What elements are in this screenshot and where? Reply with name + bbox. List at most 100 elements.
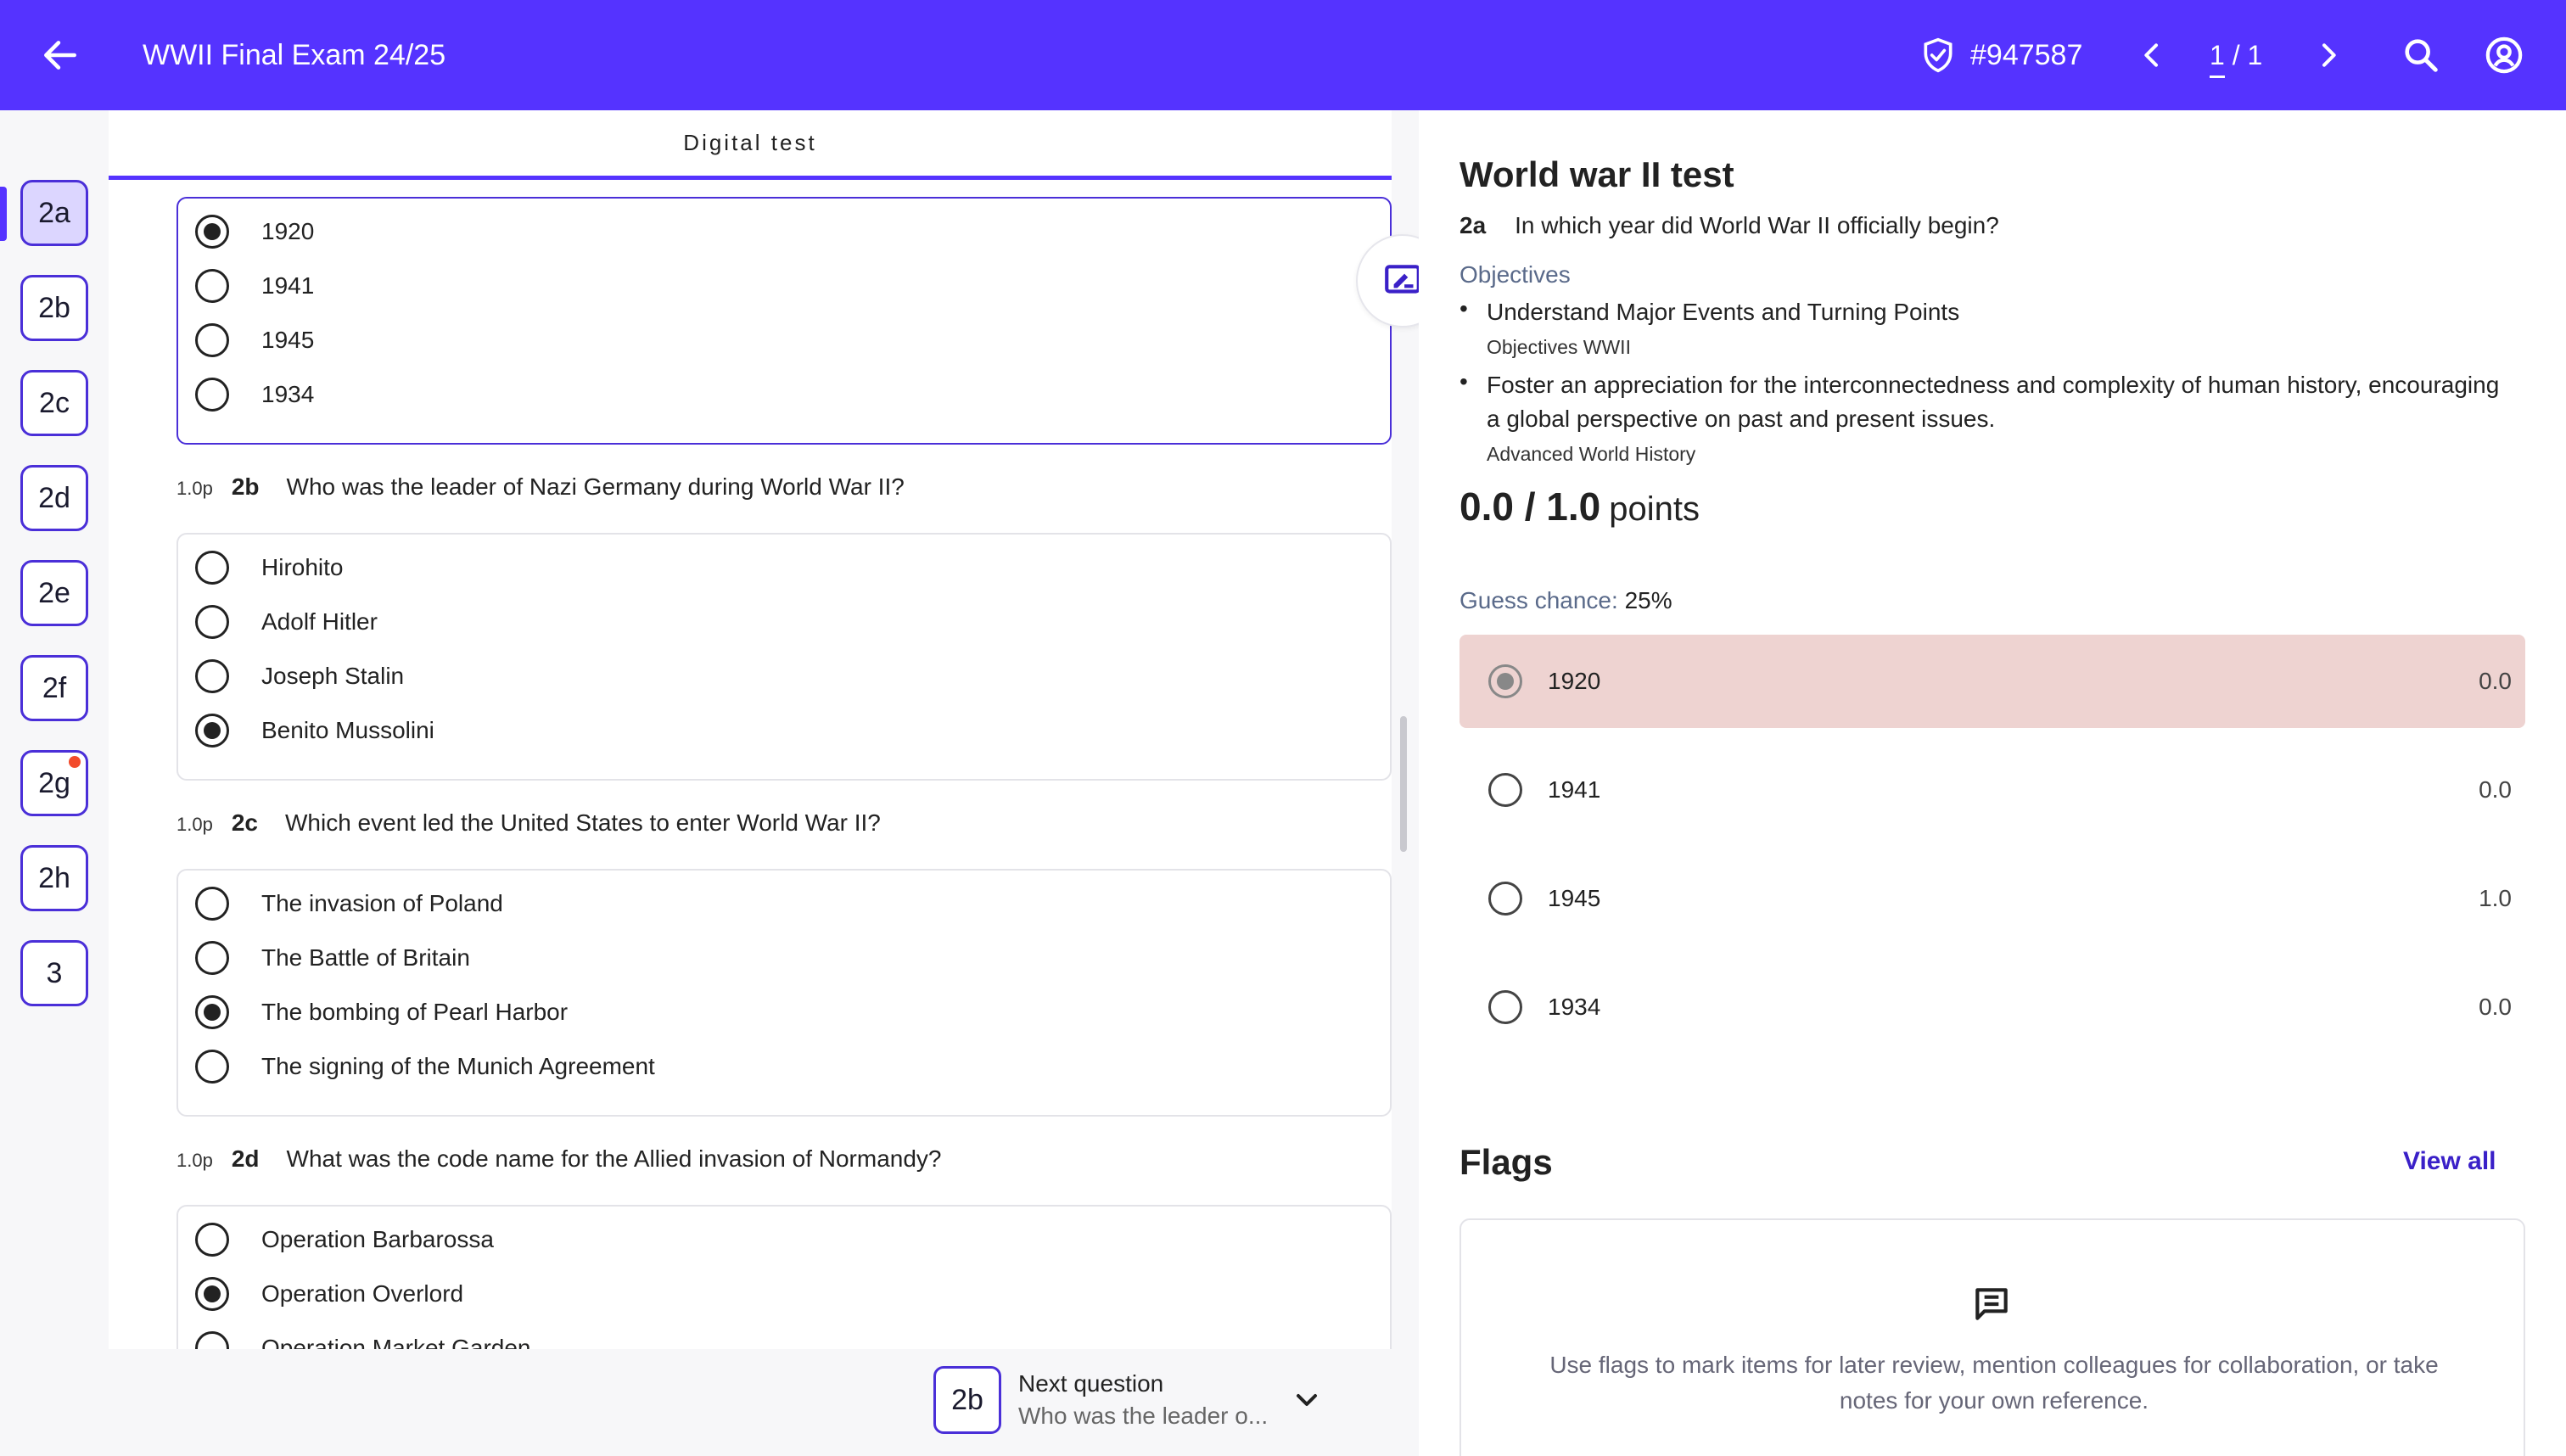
- user-profile-icon[interactable]: [2485, 36, 2524, 75]
- radio-selected[interactable]: [195, 995, 229, 1029]
- option-2b-hitler[interactable]: Adolf Hitler: [195, 601, 378, 643]
- score-value: 0.0 / 1.0: [1459, 484, 1601, 529]
- radio[interactable]: [195, 551, 229, 585]
- nav-question-2h[interactable]: 2h: [20, 845, 88, 911]
- option-2b-stalin[interactable]: Joseph Stalin: [195, 655, 404, 697]
- nav-question-2d[interactable]: 2d: [20, 465, 88, 531]
- nav-question-2a[interactable]: 2a: [20, 180, 88, 246]
- page-current[interactable]: 1: [2210, 40, 2225, 78]
- answer-score: 0.0: [2479, 668, 2512, 694]
- question-points: 1.0p: [176, 814, 213, 835]
- option-2a-1920[interactable]: 1920: [195, 210, 314, 253]
- question-number: 2c: [231, 809, 258, 836]
- flag-dot: [69, 756, 81, 768]
- objective-item: • Foster an appreciation for the interco…: [1459, 368, 2525, 470]
- option-2d-market-garden[interactable]: Operation Market Garden: [195, 1327, 531, 1349]
- next-question-label: Next question: [1018, 1370, 1164, 1397]
- option-2b-hirohito[interactable]: Hirohito: [195, 546, 343, 589]
- grading-panel: World war II test 2a In which year did W…: [1419, 110, 2566, 1456]
- guess-value: 25%: [1624, 587, 1672, 613]
- question-text: Which event led the United States to ent…: [284, 809, 881, 836]
- flags-heading: Flags: [1459, 1142, 1553, 1182]
- nav-question-2g[interactable]: 2g: [20, 750, 88, 816]
- option-label: Operation Overlord: [261, 1280, 464, 1307]
- radio[interactable]: [195, 269, 229, 303]
- back-arrow-icon[interactable]: [39, 34, 81, 76]
- option-2d-barbarossa[interactable]: Operation Barbarossa: [195, 1218, 494, 1261]
- option-label: The Battle of Britain: [261, 944, 470, 971]
- question-2b-header: 1.0p 2b Who was the leader of Nazi Germa…: [176, 473, 905, 501]
- tab-digital-test[interactable]: Digital test: [109, 110, 1392, 180]
- answer-label: 1920: [1548, 668, 1601, 694]
- radio[interactable]: [195, 659, 229, 693]
- view-all-link[interactable]: View all: [2403, 1147, 2496, 1176]
- radio[interactable]: [195, 941, 229, 975]
- next-page-chevron-icon[interactable]: [2311, 38, 2345, 72]
- option-2c-munich[interactable]: The signing of the Munich Agreement: [195, 1045, 655, 1088]
- next-question-preview: Who was the leader o...: [1018, 1403, 1269, 1429]
- middle-scrollbar[interactable]: [1400, 716, 1407, 852]
- answer-score: 0.0: [2479, 776, 2512, 803]
- option-2a-1934[interactable]: 1934: [195, 373, 314, 416]
- search-icon[interactable]: [2401, 36, 2440, 75]
- option-2a-1941[interactable]: 1941: [195, 265, 314, 307]
- nav-question-2f[interactable]: 2f: [20, 655, 88, 721]
- question-2a-options: 1920 1941 1945 1934: [176, 197, 1392, 445]
- nav-question-2e[interactable]: 2e: [20, 560, 88, 626]
- radio[interactable]: [195, 1331, 229, 1349]
- nav-label: 2a: [38, 196, 70, 229]
- option-2c-britain[interactable]: The Battle of Britain: [195, 937, 470, 979]
- radio[interactable]: [195, 1223, 229, 1257]
- nav-question-2c[interactable]: 2c: [20, 370, 88, 436]
- question-navigation: 2a 2b 2c 2d 2e 2f 2g 2h 3: [0, 110, 109, 1456]
- radio[interactable]: [195, 887, 229, 921]
- prev-page-chevron-icon[interactable]: [2135, 38, 2169, 72]
- ticket-number: #947587: [1970, 38, 2083, 71]
- option-2c-poland[interactable]: The invasion of Poland: [195, 882, 503, 925]
- answer-row[interactable]: 1941 0.0: [1459, 743, 2525, 837]
- radio: [1488, 990, 1522, 1024]
- radio-selected[interactable]: [195, 215, 229, 249]
- nav-label: 2b: [38, 291, 70, 324]
- answer-score: 0.0: [2479, 994, 2512, 1020]
- chevron-down-icon[interactable]: [1290, 1383, 1324, 1417]
- objective-text: Foster an appreciation for the interconn…: [1487, 372, 2500, 432]
- radio[interactable]: [195, 605, 229, 639]
- flags-empty-state: Use flags to mark items for later review…: [1459, 1218, 2525, 1456]
- option-label: 1941: [261, 272, 315, 299]
- option-label: Joseph Stalin: [261, 663, 405, 689]
- option-label: Operation Market Garden: [261, 1335, 531, 1349]
- question-text: In which year did World War II officiall…: [1515, 212, 1999, 238]
- nav-label: 2d: [38, 481, 70, 514]
- answer-score: 1.0: [2479, 885, 2512, 911]
- objectives-heading: Objectives: [1459, 261, 1571, 288]
- flags-empty-text: Use flags to mark items for later review…: [1549, 1352, 2439, 1414]
- answer-row[interactable]: 1945 1.0: [1459, 852, 2525, 945]
- answer-row[interactable]: 1934 0.0: [1459, 960, 2525, 1054]
- next-question-text: Next question Who was the leader o...: [1018, 1370, 1268, 1430]
- radio[interactable]: [195, 1050, 229, 1084]
- option-2b-mussolini[interactable]: Benito Mussolini: [195, 709, 434, 752]
- next-question-button[interactable]: 2b Next question Who was the leader o...: [933, 1366, 1341, 1434]
- ticket-id: #947587: [1919, 34, 2082, 76]
- guess-label: Guess chance:: [1459, 587, 1618, 613]
- exam-title: WWII Final Exam 24/25: [143, 39, 446, 71]
- nav-question-2b[interactable]: 2b: [20, 275, 88, 341]
- answer-label: 1941: [1548, 776, 1601, 803]
- option-2a-1945[interactable]: 1945: [195, 319, 314, 361]
- test-title: World war II test: [1459, 154, 1734, 194]
- option-label: Operation Barbarossa: [261, 1226, 494, 1252]
- radio-selected[interactable]: [195, 714, 229, 748]
- question-number: 2d: [231, 1145, 260, 1172]
- question-2d-options: Operation Barbarossa Operation Overlord …: [176, 1205, 1392, 1349]
- radio[interactable]: [195, 378, 229, 412]
- option-2d-overlord[interactable]: Operation Overlord: [195, 1273, 463, 1315]
- option-2c-pearl-harbor[interactable]: The bombing of Pearl Harbor: [195, 991, 568, 1033]
- radio[interactable]: [195, 323, 229, 357]
- page-indicator: 1 / 1: [2210, 34, 2262, 78]
- nav-question-3[interactable]: 3: [20, 940, 88, 1006]
- radio-selected[interactable]: [195, 1277, 229, 1311]
- answer-row-chosen[interactable]: 1920 0.0: [1459, 635, 2525, 728]
- option-label: The signing of the Munich Agreement: [261, 1053, 655, 1079]
- question-2d-header: 1.0p 2d What was the code name for the A…: [176, 1145, 941, 1173]
